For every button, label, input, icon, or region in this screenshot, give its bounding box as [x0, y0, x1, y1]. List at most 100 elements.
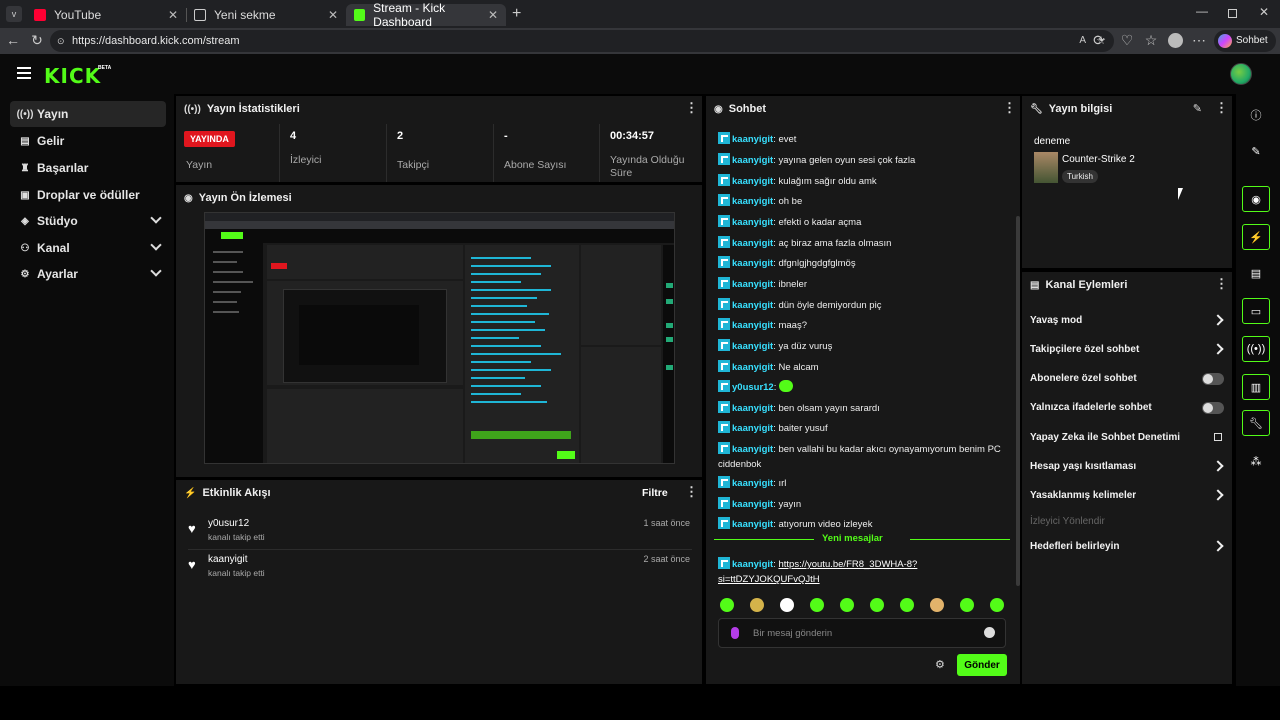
chevron-right-icon[interactable] — [1212, 489, 1224, 501]
chat-username[interactable]: kaanyigit — [732, 444, 773, 455]
sidebar-item-ayarlar[interactable]: ⚙ Ayarlar — [10, 261, 166, 287]
copilot-button[interactable]: Sohbet et — [1214, 30, 1276, 68]
chat-username[interactable]: kaanyigit — [732, 341, 773, 352]
nodes-icon[interactable]: ⁂ — [1242, 448, 1270, 474]
emote-icon[interactable] — [900, 598, 914, 612]
new-tab-plus-icon[interactable]: + — [512, 5, 521, 23]
sidebar-item-studyo[interactable]: ◈ Stüdyo — [10, 208, 166, 234]
channel-action-item[interactable]: Yasaklanmış kelimeler — [1030, 486, 1226, 506]
chevron-right-icon[interactable] — [1212, 540, 1224, 552]
wrench-icon[interactable]: 🔧︎ — [1242, 410, 1270, 436]
event-username[interactable]: kaanyigit — [208, 554, 247, 565]
emote-icon[interactable] — [930, 598, 944, 612]
channel-action-item[interactable]: Yavaş mod — [1030, 311, 1226, 331]
emote-icon[interactable] — [870, 598, 884, 612]
layout-icon[interactable]: ▥ — [1242, 374, 1270, 400]
chevron-right-icon[interactable] — [1212, 314, 1224, 326]
pencil-icon[interactable]: ✎ — [1242, 138, 1270, 164]
chat-settings-gear-icon[interactable]: ⚙ — [935, 658, 945, 671]
chat-username[interactable]: kaanyigit — [732, 403, 773, 414]
chat-username[interactable]: kaanyigit — [732, 478, 773, 489]
toggle-switch[interactable] — [1202, 402, 1224, 414]
chat-username[interactable]: kaanyigit — [732, 499, 773, 510]
minimize-icon[interactable]: — — [1196, 4, 1208, 18]
more-menu-icon[interactable]: ⋯ — [1190, 32, 1208, 49]
camera-icon[interactable]: ◉ — [1242, 186, 1270, 212]
chat-username[interactable]: kaanyigit — [732, 155, 773, 166]
chat-username[interactable]: kaanyigit — [732, 258, 773, 269]
channel-action-item[interactable]: Hesap yaşı kısıtlaması — [1030, 457, 1226, 477]
hamburger-menu-icon[interactable] — [17, 67, 31, 79]
site-info-icon[interactable]: ⊙ — [57, 30, 65, 52]
close-tab-icon[interactable]: ✕ — [168, 8, 178, 22]
stream-preview-video[interactable] — [204, 212, 675, 464]
emote-icon[interactable] — [720, 598, 734, 612]
more-options-icon[interactable] — [1215, 276, 1228, 292]
channel-action-item[interactable]: Takipçilere özel sohbet — [1030, 340, 1226, 360]
emote-icon[interactable] — [840, 598, 854, 612]
more-options-icon[interactable] — [1003, 100, 1016, 116]
sidebar-item-basarilar[interactable]: ♜ Başarılar — [10, 155, 166, 181]
chat-username[interactable]: kaanyigit — [732, 176, 773, 187]
maximize-icon[interactable] — [1228, 9, 1237, 18]
chat-username[interactable]: kaanyigit — [732, 279, 773, 290]
extensions-icon[interactable]: ⟳ — [1090, 32, 1108, 49]
external-link-icon[interactable] — [1214, 433, 1222, 441]
event-username[interactable]: y0usur12 — [208, 518, 249, 529]
url-field[interactable]: ⊙ https://dashboard.kick.com/stream A ☆ — [50, 30, 1114, 52]
more-options-icon[interactable] — [685, 100, 698, 116]
chat-username[interactable]: kaanyigit — [732, 134, 773, 145]
chat-username[interactable]: y0usur12 — [732, 382, 774, 393]
more-options-icon[interactable] — [1215, 100, 1228, 116]
chat-scrollbar[interactable] — [1016, 216, 1020, 586]
channel-action-item[interactable]: Hedefleri belirleyin — [1030, 537, 1226, 557]
channel-action-item[interactable]: Yalnızca ifadelerle sohbet — [1030, 398, 1226, 418]
user-avatar[interactable] — [1230, 63, 1252, 85]
sidebar-item-kanal[interactable]: ⚇ Kanal — [10, 235, 166, 261]
chat-username[interactable]: kaanyigit — [732, 559, 773, 570]
document-icon[interactable]: ▤ — [1242, 260, 1270, 286]
close-tab-icon[interactable]: ✕ — [488, 8, 498, 22]
chat-username[interactable]: kaanyigit — [732, 362, 773, 373]
chat-input[interactable]: Bir mesaj gönderin — [718, 618, 1006, 648]
reload-icon[interactable]: ↻ — [28, 32, 46, 49]
chevron-down-icon[interactable] — [150, 239, 162, 251]
close-window-icon[interactable]: ✕ — [1259, 5, 1269, 19]
chat-username[interactable]: kaanyigit — [732, 423, 773, 434]
read-aloud-icon[interactable]: A — [1079, 30, 1086, 52]
close-tab-icon[interactable]: ✕ — [328, 8, 338, 22]
chevron-down-icon[interactable] — [150, 265, 162, 277]
emote-icon[interactable] — [990, 598, 1004, 612]
emote-icon[interactable] — [810, 598, 824, 612]
chat-username[interactable]: kaanyigit — [732, 519, 773, 530]
broadcast-icon[interactable]: ((•)) — [1242, 336, 1270, 362]
chevron-right-icon[interactable] — [1212, 460, 1224, 472]
toggle-switch[interactable] — [1202, 373, 1224, 385]
kick-logo[interactable]: KICK — [44, 64, 101, 88]
edit-pencil-icon[interactable]: ✎ — [1193, 102, 1202, 115]
microphone-icon[interactable] — [731, 627, 739, 639]
channel-action-item[interactable]: Yapay Zeka ile Sohbet Denetimi — [1030, 428, 1226, 448]
channel-action-item[interactable]: Abonelere özel sohbet — [1030, 369, 1226, 389]
sidebar-item-gelir[interactable]: ▤ Gelir — [10, 128, 166, 154]
chevron-down-icon[interactable] — [150, 212, 162, 224]
favorites-icon[interactable]: ☆ — [1142, 32, 1160, 49]
emoji-picker-icon[interactable] — [984, 627, 995, 638]
send-button[interactable]: Gönder — [957, 654, 1007, 676]
sidebar-item-yayin[interactable]: ((•)) Yayın — [10, 101, 166, 127]
tab-new-tab[interactable]: Yeni sekme ✕ — [186, 4, 346, 26]
tab-youtube[interactable]: YouTube ✕ — [26, 4, 186, 26]
profile-avatar[interactable] — [1168, 33, 1183, 48]
info-icon[interactable]: ⓘ — [1242, 102, 1270, 128]
chat-username[interactable]: kaanyigit — [732, 300, 773, 311]
emote-icon[interactable] — [960, 598, 974, 612]
bolt-icon[interactable]: ⚡ — [1242, 224, 1270, 250]
back-arrow-icon[interactable]: ← — [4, 32, 22, 48]
channel-action-item[interactable]: İzleyici Yönlendir — [1030, 512, 1226, 532]
sidebar-item-droplar[interactable]: ▣ Droplar ve ödüller — [10, 182, 166, 208]
more-options-icon[interactable] — [685, 484, 698, 500]
chat-username[interactable]: kaanyigit — [732, 238, 773, 249]
chat-username[interactable]: kaanyigit — [732, 320, 773, 331]
emote-icon[interactable] — [750, 598, 764, 612]
chevron-right-icon[interactable] — [1212, 343, 1224, 355]
